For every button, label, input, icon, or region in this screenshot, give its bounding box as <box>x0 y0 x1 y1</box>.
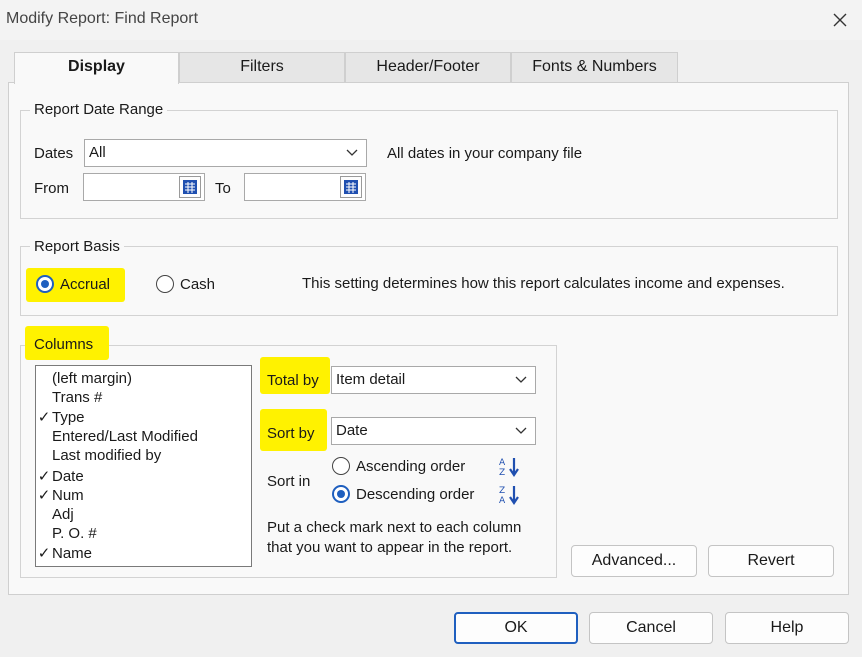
ok-button[interactable]: OK <box>454 612 578 644</box>
window-title: Modify Report: Find Report <box>6 10 199 27</box>
columns-label: Columns <box>34 336 94 353</box>
revert-button[interactable]: Revert <box>708 545 834 577</box>
list-item[interactable]: Entered/Last Modified <box>36 428 198 447</box>
sort-by-label: Sort by <box>267 425 315 442</box>
tab-display[interactable]: Display <box>14 52 179 84</box>
descending-label[interactable]: Descending order <box>356 486 474 503</box>
list-item[interactable]: Adj <box>36 506 74 525</box>
dates-select-value: All <box>89 144 106 161</box>
chevron-down-icon <box>515 427 527 434</box>
svg-text:Z: Z <box>499 486 505 496</box>
close-icon[interactable] <box>826 6 854 34</box>
to-label: To <box>215 180 231 197</box>
dates-note: All dates in your company file <box>387 145 583 162</box>
report-basis-label: Report Basis <box>30 238 124 255</box>
list-item[interactable]: ✓ Name <box>36 544 92 563</box>
columns-listbox[interactable]: (left margin) Trans # ✓ Type Entered/Last… <box>35 365 252 567</box>
from-calendar-icon[interactable] <box>179 176 201 198</box>
cash-radio[interactable] <box>156 275 174 293</box>
tab-filters[interactable]: Filters <box>179 52 345 82</box>
total-by-label: Total by <box>267 372 319 389</box>
list-item[interactable]: ✓ Type <box>36 408 85 427</box>
dates-label: Dates <box>34 145 74 162</box>
report-date-range-label: Report Date Range <box>30 101 168 118</box>
cancel-button[interactable]: Cancel <box>589 612 713 644</box>
chevron-down-icon <box>346 149 358 156</box>
accrual-radio[interactable] <box>36 275 54 293</box>
advanced-button[interactable]: Advanced... <box>571 545 697 577</box>
list-item[interactable]: Last modified by <box>36 447 161 466</box>
sort-by-value: Date <box>336 422 368 439</box>
to-calendar-icon[interactable] <box>340 176 362 198</box>
list-item[interactable]: ✓ Date <box>36 467 84 486</box>
chevron-down-icon <box>515 376 527 383</box>
svg-text:A: A <box>499 496 506 506</box>
ascending-label[interactable]: Ascending order <box>356 458 465 475</box>
dates-select[interactable]: All <box>84 139 367 167</box>
ascending-radio[interactable] <box>332 457 350 475</box>
tab-fonts-numbers[interactable]: Fonts & Numbers <box>511 52 678 82</box>
list-item[interactable]: P. O. # <box>36 525 97 544</box>
checkmark-icon: ✓ <box>37 487 51 504</box>
sort-in-label: Sort in <box>267 473 311 490</box>
from-label: From <box>34 180 69 197</box>
list-item[interactable]: ✓ Num <box>36 486 84 505</box>
sort-ascending-icon: AZ <box>499 456 523 478</box>
columns-help-text-line1: Put a check mark next to each column <box>267 519 522 536</box>
report-basis-note: This setting determines how this report … <box>302 275 785 292</box>
checkmark-icon: ✓ <box>37 409 51 426</box>
descending-radio[interactable] <box>332 485 350 503</box>
help-button[interactable]: Help <box>725 612 849 644</box>
tab-header-footer[interactable]: Header/Footer <box>345 52 511 82</box>
accrual-label[interactable]: Accrual <box>60 276 110 293</box>
sort-descending-icon: ZA <box>499 484 523 506</box>
columns-help-text-line2: that you want to appear in the report. <box>267 539 513 556</box>
svg-text:A: A <box>499 458 506 468</box>
checkmark-icon: ✓ <box>37 545 51 562</box>
cash-label[interactable]: Cash <box>180 276 215 293</box>
total-by-value: Item detail <box>336 371 406 388</box>
checkmark-icon: ✓ <box>37 468 51 485</box>
list-item[interactable]: Trans # <box>36 389 102 408</box>
svg-text:Z: Z <box>499 468 505 478</box>
total-by-select[interactable]: Item detail <box>331 366 536 394</box>
list-item[interactable]: (left margin) <box>36 370 132 389</box>
sort-by-select[interactable]: Date <box>331 417 536 445</box>
